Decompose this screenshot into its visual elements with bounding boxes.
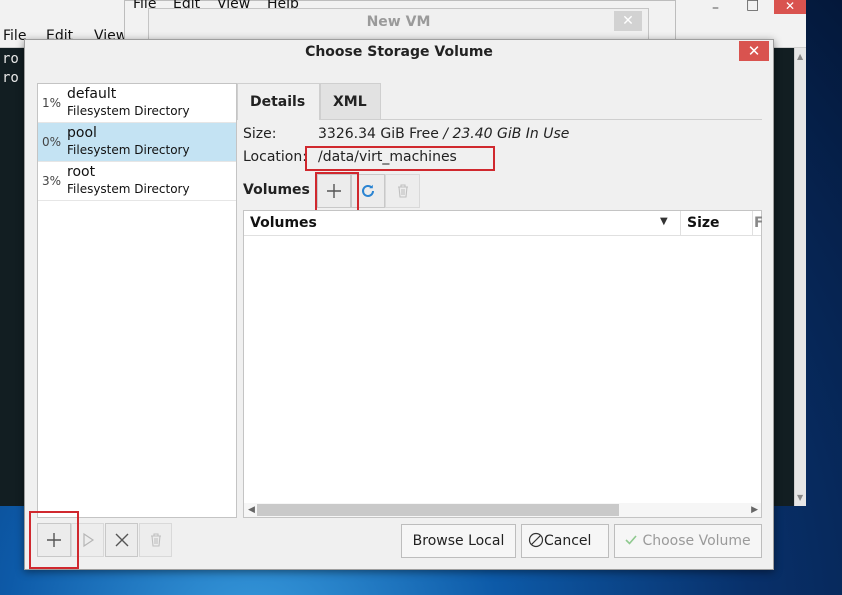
delete-pool-button[interactable] — [139, 523, 172, 557]
trash-icon — [397, 184, 408, 198]
plus-icon — [47, 533, 61, 547]
pool-usage-percent: 0% — [42, 135, 62, 149]
maximize-icon[interactable]: □ — [746, 0, 759, 13]
size-free: 3326.34 GiB Free — [318, 126, 439, 142]
pool-type: Filesystem Directory — [67, 143, 190, 157]
volume-toolbar — [317, 174, 420, 208]
location-value[interactable]: /data/virt_machines — [318, 149, 457, 165]
size-value: 3326.34 GiB Free / 23.40 GiB In Use — [318, 126, 569, 142]
size-label: Size: — [243, 126, 277, 142]
scroll-up-icon[interactable]: ▲ — [797, 52, 803, 61]
play-icon — [82, 532, 94, 548]
new-vm-close-button[interactable]: ✕ — [614, 11, 642, 31]
column-header-format[interactable]: F — [753, 211, 762, 236]
pool-type: Filesystem Directory — [67, 182, 190, 196]
pool-item-default[interactable]: 1% default Filesystem Directory — [38, 84, 236, 123]
volumes-label: Volumes — [243, 182, 310, 198]
checkmark-icon — [625, 535, 637, 545]
volumes-table-header: Volumes ▼ Size F — [244, 211, 762, 236]
scrollbar-thumb[interactable] — [257, 504, 619, 516]
close-icon[interactable]: ✕ — [774, 0, 806, 14]
pool-item-pool[interactable]: 0% pool Filesystem Directory — [38, 123, 236, 162]
x-icon — [115, 533, 128, 547]
choose-volume-label: Choose Volume — [642, 533, 751, 549]
stop-pool-button[interactable] — [105, 523, 138, 557]
add-volume-button[interactable] — [317, 174, 351, 208]
location-label: Location: — [243, 149, 307, 165]
detail-tabs: Details XML — [237, 83, 765, 120]
choose-volume-button[interactable]: Choose Volume — [614, 524, 762, 558]
delete-volume-button[interactable] — [385, 174, 420, 208]
volumes-horizontal-scrollbar[interactable]: ◀ ▶ — [244, 503, 761, 517]
refresh-volumes-button[interactable] — [351, 174, 385, 208]
pool-name: default — [67, 86, 117, 102]
cancel-label: Cancel — [544, 533, 592, 549]
tab-divider — [381, 119, 762, 120]
pool-usage-percent: 3% — [42, 174, 62, 188]
sort-down-icon[interactable]: ▼ — [660, 216, 668, 227]
start-pool-button[interactable] — [71, 523, 104, 557]
terminal-menu-file[interactable]: File — [3, 28, 26, 44]
column-header-size[interactable]: Size — [681, 211, 752, 236]
pool-name: pool — [67, 125, 97, 141]
browse-local-button[interactable]: Browse Local — [401, 524, 516, 558]
new-vm-window: New VM ✕ — [148, 8, 649, 40]
refresh-icon — [362, 184, 374, 197]
pool-usage-percent: 1% — [42, 96, 62, 110]
scroll-down-icon[interactable]: ▼ — [797, 493, 803, 502]
trash-icon — [150, 533, 161, 547]
scroll-left-icon[interactable]: ◀ — [248, 503, 255, 517]
column-header-volumes[interactable]: Volumes — [244, 211, 680, 236]
size-in-use: 23.40 GiB In Use — [452, 126, 570, 142]
pool-type: Filesystem Directory — [67, 104, 190, 118]
minimize-icon[interactable]: – — [712, 0, 719, 16]
cancel-button[interactable]: Cancel — [521, 524, 609, 558]
add-pool-button[interactable] — [37, 523, 71, 557]
pool-name: root — [67, 164, 96, 180]
tab-details[interactable]: Details — [237, 83, 320, 120]
storage-pool-list[interactable]: 1% default Filesystem Directory 0% pool … — [37, 83, 237, 518]
tab-xml[interactable]: XML — [320, 83, 381, 120]
cancel-icon — [528, 532, 544, 548]
size-separator: / — [438, 126, 453, 142]
dialog-title: Choose Storage Volume — [305, 44, 493, 60]
pool-item-root[interactable]: 3% root Filesystem Directory — [38, 162, 236, 201]
scroll-right-icon[interactable]: ▶ — [751, 503, 758, 517]
dialog-close-button[interactable]: ✕ — [739, 41, 769, 61]
terminal-scrollbar[interactable]: ▲ ▼ — [794, 48, 806, 506]
plus-icon — [327, 184, 341, 198]
new-vm-title: New VM — [366, 14, 431, 30]
volumes-table[interactable]: Volumes ▼ Size F ◀ ▶ — [243, 210, 762, 518]
choose-storage-volume-dialog: Choose Storage Volume ✕ 1% default Files… — [24, 39, 774, 570]
